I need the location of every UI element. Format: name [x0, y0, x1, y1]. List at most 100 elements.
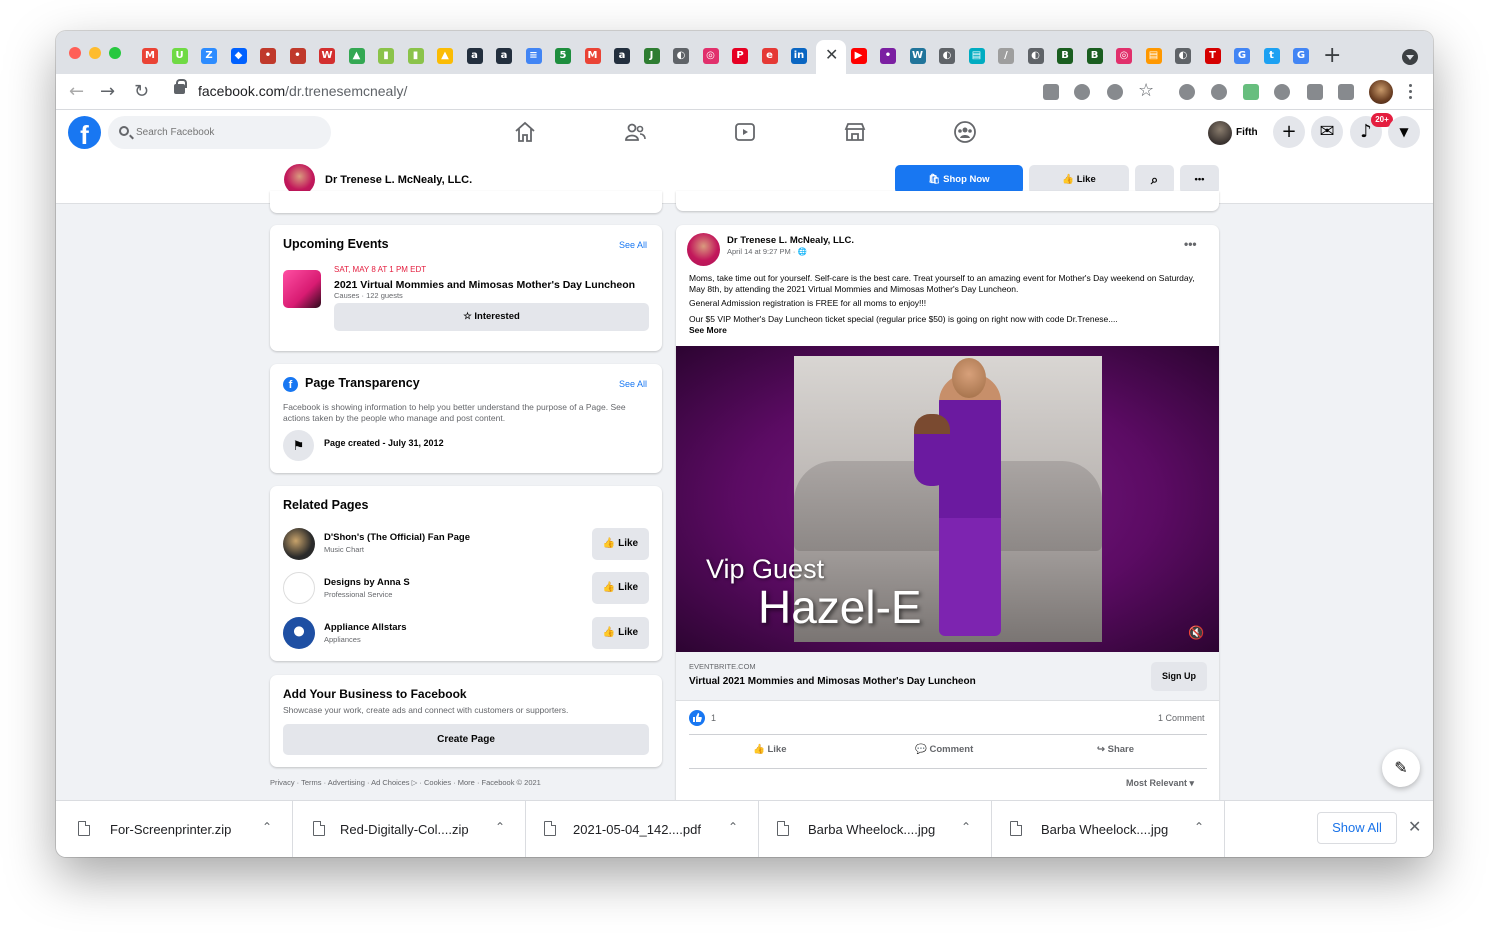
download-item[interactable]: Barba Wheelock....jpg ⌃ [759, 801, 992, 857]
tab-icon-35[interactable]: ▤ [1145, 48, 1162, 64]
zoom-icon[interactable]: Z [201, 48, 217, 64]
watch-icon[interactable] [733, 120, 757, 144]
tab-icon-29[interactable]: ▤ [968, 48, 985, 64]
like-reaction-icon[interactable] [689, 710, 705, 726]
wordpress-icon[interactable]: W [909, 48, 926, 64]
download-item[interactable]: Red-Digitally-Col....zip ⌃ [293, 801, 526, 857]
download-item[interactable]: 2021-05-04_142....pdf ⌃ [526, 801, 759, 857]
tab-icon-22[interactable]: e [761, 48, 778, 64]
new-tab-button[interactable]: + [1323, 43, 1341, 68]
lock-icon[interactable] [174, 79, 187, 94]
extension-icon-3[interactable] [1243, 84, 1259, 100]
mute-icon[interactable]: 🔇 [1188, 626, 1204, 641]
upwork-icon[interactable]: U [171, 48, 188, 64]
pinterest-icon[interactable]: P [732, 48, 748, 64]
reload-button[interactable]: ↻ [134, 81, 149, 102]
post-author-name[interactable]: Dr Trenese L. McNealy, LLC. [727, 235, 854, 246]
related-page-avatar[interactable] [283, 572, 315, 604]
related-page-like-button[interactable]: 👍 Like [592, 572, 649, 604]
reading-list-icon[interactable] [1338, 84, 1354, 100]
account-menu-chevron-down-icon[interactable]: ▼ [1388, 116, 1420, 148]
dropbox-icon[interactable]: ◆ [230, 48, 247, 64]
hide-icon[interactable] [1107, 84, 1123, 100]
skype-icon[interactable] [1274, 84, 1290, 100]
chevron-up-icon[interactable]: ⌃ [1194, 820, 1204, 834]
amazon-icon[interactable]: a [466, 48, 483, 64]
search-input[interactable] [136, 116, 326, 149]
like-count[interactable]: 1 [711, 713, 716, 723]
page-like-button[interactable]: 👍 Like [1029, 165, 1129, 194]
qr-code-icon[interactable] [1043, 84, 1059, 100]
google-docs-icon[interactable]: ≡ [525, 48, 542, 64]
bdn-icon-2[interactable]: B [1086, 48, 1103, 64]
linkedin-icon[interactable]: in [791, 48, 807, 64]
show-all-downloads-button[interactable]: Show All [1317, 812, 1397, 844]
interested-button[interactable]: ☆ Interested [334, 303, 649, 331]
extension-icon-2[interactable] [1211, 84, 1227, 100]
amazon-icon-2[interactable]: a [496, 48, 512, 64]
related-page-like-button[interactable]: 👍 Like [592, 528, 649, 560]
profile-avatar[interactable] [1369, 80, 1393, 104]
create-page-button[interactable]: Create Page [283, 724, 649, 755]
gmail-icon[interactable]: M [142, 48, 158, 64]
new-message-compose-icon[interactable]: ✎ [1382, 749, 1420, 787]
sign-up-button[interactable]: Sign Up [1151, 662, 1207, 691]
home-icon[interactable] [513, 120, 537, 144]
browser-menu-icon[interactable] [1409, 83, 1413, 101]
related-page-name[interactable]: D'Shon's (The Official) Fan Page [324, 532, 470, 543]
minimize-window-button[interactable] [89, 47, 101, 59]
extension-icon-1[interactable] [1179, 84, 1195, 100]
marketplace-icon[interactable] [843, 120, 867, 144]
post-author-avatar[interactable] [687, 233, 720, 266]
tab-icon-37[interactable]: T [1204, 48, 1221, 64]
related-page-name[interactable]: Appliance Allstars [324, 622, 407, 633]
event-image[interactable] [283, 270, 321, 308]
facebook-logo-icon[interactable]: f [68, 116, 101, 149]
youtube-icon[interactable]: ▶ [850, 48, 867, 64]
search-box[interactable] [108, 116, 331, 149]
related-page-like-button[interactable]: 👍 Like [592, 617, 649, 649]
zoom-icon[interactable] [1074, 84, 1090, 100]
zoom-window-button[interactable] [109, 47, 121, 59]
messenger-icon[interactable]: ✉ [1311, 116, 1343, 148]
groups-icon[interactable] [953, 120, 977, 144]
event-title[interactable]: 2021 Virtual Mommies and Mimosas Mother'… [334, 279, 635, 291]
comment-sort-dropdown[interactable]: Most Relevant ▾ [1126, 778, 1194, 789]
post-options-icon[interactable]: ••• [1184, 237, 1197, 251]
related-page-avatar[interactable] [283, 528, 315, 560]
page-name[interactable]: Dr Trenese L. McNealy, LLC. [325, 174, 472, 186]
download-item[interactable]: Barba Wheelock....jpg ⌃ [992, 801, 1225, 857]
amazon-icon-3[interactable]: a [614, 48, 630, 64]
close-window-button[interactable] [69, 47, 81, 59]
globe-icon-4[interactable]: ◐ [1175, 48, 1191, 64]
see-more-link[interactable]: See More [689, 325, 727, 336]
calendar-icon[interactable]: 5 [555, 48, 571, 64]
post-comment-button[interactable]: 💬 Comment [915, 744, 973, 755]
chevron-up-icon[interactable]: ⌃ [495, 820, 505, 834]
tab-close-icon[interactable]: ✕ [825, 45, 838, 64]
bdn-icon[interactable]: B [1057, 48, 1073, 64]
puzzle-icon[interactable] [1307, 84, 1323, 100]
comment-count[interactable]: 1 Comment [1158, 713, 1205, 723]
post-share-button[interactable]: ↪ Share [1097, 744, 1134, 755]
post-timestamp[interactable]: April 14 at 9:27 PM · 🌐 [727, 247, 807, 256]
friends-icon[interactable] [623, 120, 647, 144]
gmail-icon-2[interactable]: M [584, 48, 601, 64]
google-icon[interactable]: G [1234, 48, 1250, 64]
globe-icon-2[interactable]: ◐ [939, 48, 955, 64]
shopping-icon-2[interactable]: ▮ [407, 48, 424, 64]
tab-search-button[interactable] [1402, 49, 1418, 65]
globe-icon[interactable]: ◐ [673, 48, 689, 64]
events-see-all-link[interactable]: See All [619, 240, 647, 250]
chevron-up-icon[interactable]: ⌃ [961, 820, 971, 834]
google-icon-2[interactable]: G [1293, 48, 1309, 64]
tab-icon-18[interactable]: J [643, 48, 660, 64]
chevron-up-icon[interactable]: ⌃ [728, 820, 738, 834]
related-page-avatar[interactable] [283, 617, 315, 649]
tab-icon-7[interactable]: W [319, 48, 335, 64]
page-more-button[interactable]: ••• [1180, 165, 1219, 194]
tab-icon-30[interactable]: / [998, 48, 1014, 64]
download-item[interactable]: For-Screenprinter.zip ⌃ [56, 801, 293, 857]
address-bar[interactable]: facebook.com/dr.trenesemcnealy/ [198, 83, 407, 99]
link-preview[interactable]: EVENTBRITE.COM Virtual 2021 Mommies and … [676, 652, 1219, 701]
